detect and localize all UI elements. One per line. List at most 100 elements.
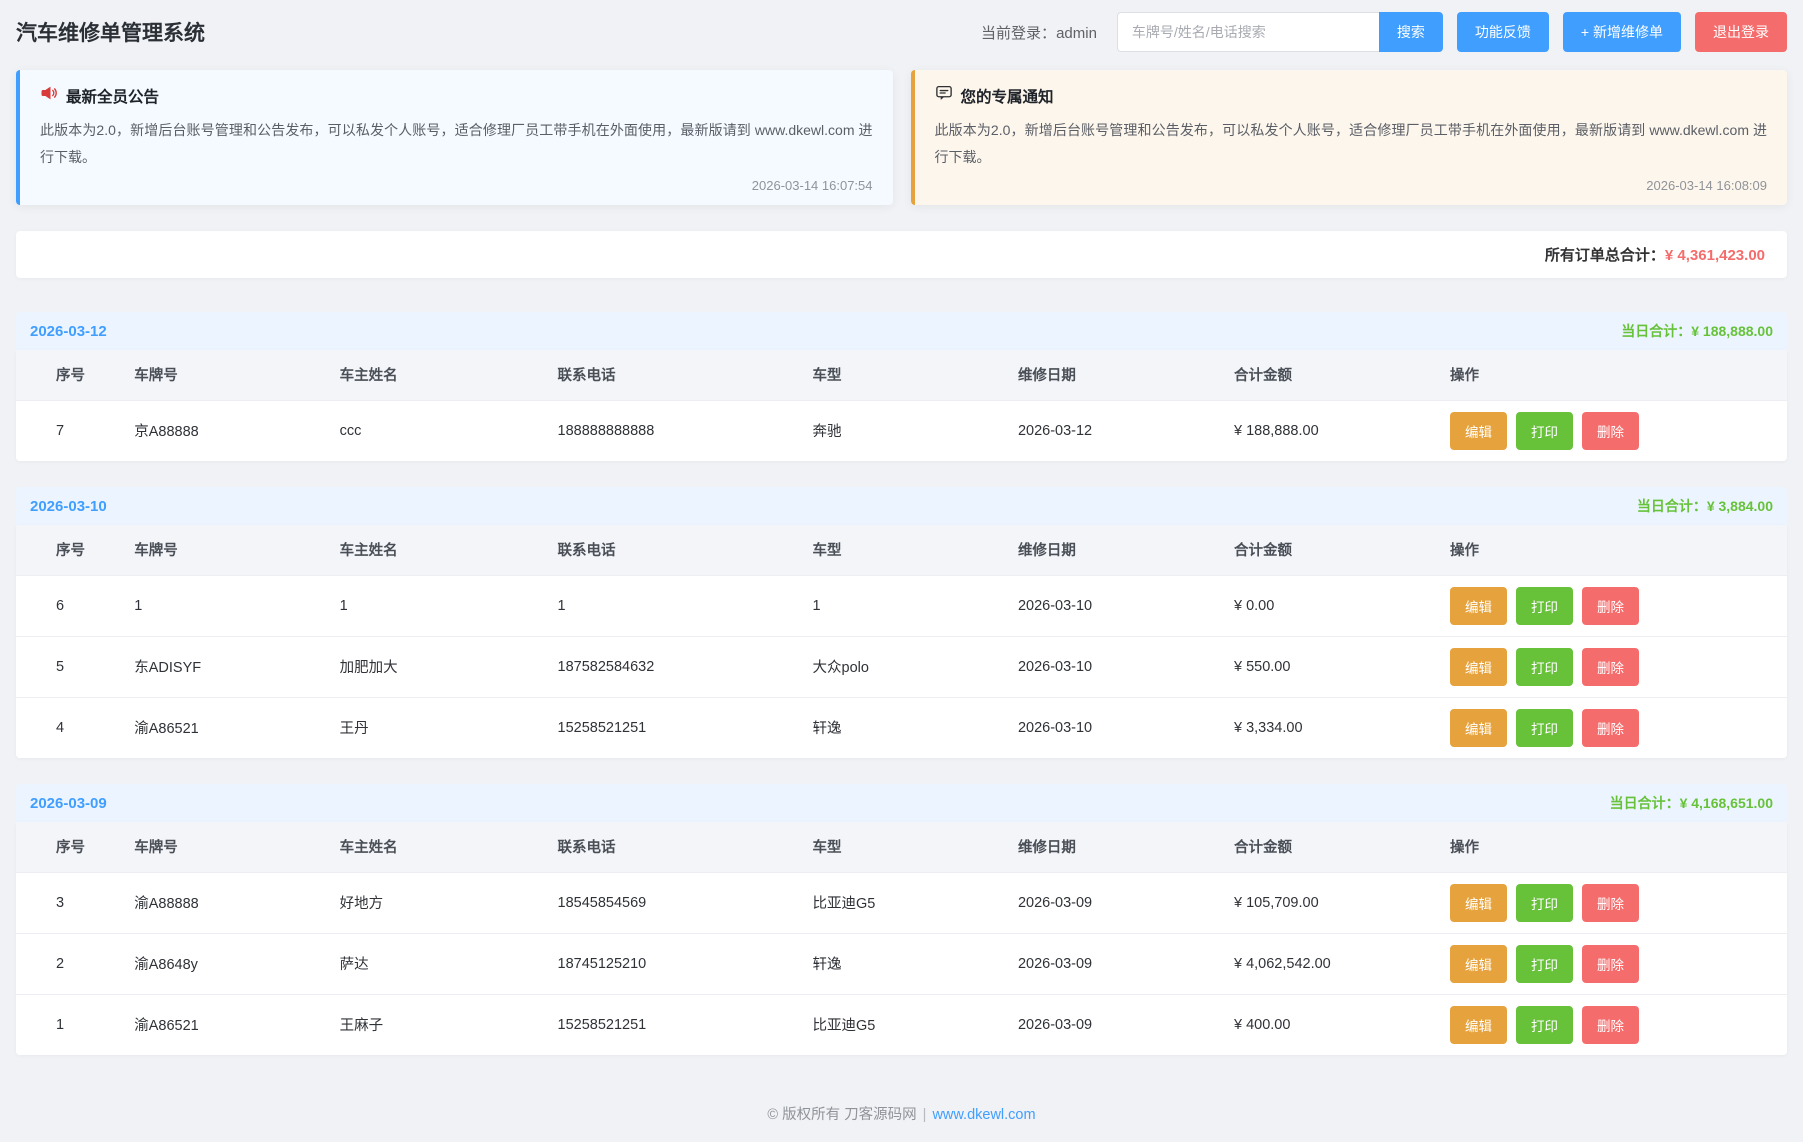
order-seq: 3: [16, 872, 122, 933]
announcement-body: 此版本为2.0，新增后台账号管理和公告发布，可以私发个人账号，适合修理厂员工带手…: [40, 117, 873, 170]
orders-table: 序号车牌号车主姓名联系电话车型维修日期合计金额操作7京A88888ccc1888…: [16, 350, 1787, 461]
row-actions: 编辑打印删除: [1438, 697, 1787, 758]
copyright-text: © 版权所有 刀客源码网: [767, 1107, 916, 1123]
order-sections: 2026-03-12当日合计：¥ 188,888.00序号车牌号车主姓名联系电话…: [0, 312, 1803, 1055]
row-actions: 编辑打印删除: [1438, 872, 1787, 933]
order-seq: 7: [16, 400, 122, 461]
megaphone-icon: [40, 84, 58, 107]
delete-button[interactable]: 删除: [1582, 648, 1639, 686]
order-seq: 1: [16, 994, 122, 1055]
delete-button[interactable]: 删除: [1582, 709, 1639, 747]
personal-notice-timestamp: 2026-03-14 16:08:09: [935, 178, 1768, 197]
add-order-button[interactable]: + 新增维修单: [1563, 12, 1681, 52]
column-header: 合计金额: [1222, 350, 1438, 400]
column-header: 联系电话: [546, 350, 801, 400]
personal-notice-body: 此版本为2.0，新增后台账号管理和公告发布，可以私发个人账号，适合修理厂员工带手…: [935, 117, 1768, 170]
table-row: 4渝A86521王丹15258521251轩逸2026-03-10¥ 3,334…: [16, 697, 1787, 758]
delete-button[interactable]: 删除: [1582, 412, 1639, 450]
order-seq: 5: [16, 636, 122, 697]
column-header: 车型: [801, 350, 1006, 400]
order-seq: 6: [16, 575, 122, 636]
search-group: 搜索: [1117, 12, 1443, 52]
personal-notice-card: 您的专属通知 此版本为2.0，新增后台账号管理和公告发布，可以私发个人账号，适合…: [911, 70, 1788, 205]
day-total-label: 当日合计：: [1610, 795, 1680, 811]
print-button[interactable]: 打印: [1516, 412, 1573, 450]
table-header-row: 序号车牌号车主姓名联系电话车型维修日期合计金额操作: [16, 525, 1787, 575]
grand-total-bar: 所有订单总合计：¥ 4,361,423.00: [16, 231, 1787, 278]
column-header: 维修日期: [1006, 350, 1222, 400]
logout-button[interactable]: 退出登录: [1695, 12, 1787, 52]
car-model: 大众polo: [801, 636, 1006, 697]
order-amount: ¥ 4,062,542.00: [1222, 933, 1438, 994]
phone-number: 187582584632: [546, 636, 801, 697]
order-amount: ¥ 188,888.00: [1222, 400, 1438, 461]
print-button[interactable]: 打印: [1516, 1006, 1573, 1044]
repair-date: 2026-03-09: [1006, 872, 1222, 933]
table-header-row: 序号车牌号车主姓名联系电话车型维修日期合计金额操作: [16, 350, 1787, 400]
day-total-amount: ¥ 3,884.00: [1707, 498, 1773, 514]
order-amount: ¥ 400.00: [1222, 994, 1438, 1055]
car-model: 轩逸: [801, 697, 1006, 758]
edit-button[interactable]: 编辑: [1450, 709, 1507, 747]
print-button[interactable]: 打印: [1516, 945, 1573, 983]
day-date: 2026-03-12: [30, 323, 107, 340]
delete-button[interactable]: 删除: [1582, 1006, 1639, 1044]
personal-notice-title-row: 您的专属通知: [935, 84, 1768, 107]
phone-number: 1: [546, 575, 801, 636]
column-header: 合计金额: [1222, 822, 1438, 872]
day-total-label: 当日合计：: [1637, 498, 1707, 514]
phone-number: 15258521251: [546, 994, 801, 1055]
print-button[interactable]: 打印: [1516, 648, 1573, 686]
plate-number: 渝A8648y: [122, 933, 327, 994]
grand-total-amount: ¥ 4,361,423.00: [1665, 247, 1765, 264]
order-seq: 2: [16, 933, 122, 994]
edit-button[interactable]: 编辑: [1450, 412, 1507, 450]
edit-button[interactable]: 编辑: [1450, 945, 1507, 983]
print-button[interactable]: 打印: [1516, 587, 1573, 625]
delete-button[interactable]: 删除: [1582, 884, 1639, 922]
delete-button[interactable]: 删除: [1582, 587, 1639, 625]
car-model: 奔驰: [801, 400, 1006, 461]
day-total: 当日合计：¥ 188,888.00: [1621, 321, 1773, 341]
day-header: 2026-03-10 当日合计：¥ 3,884.00: [16, 487, 1787, 525]
repair-date: 2026-03-12: [1006, 400, 1222, 461]
print-button[interactable]: 打印: [1516, 709, 1573, 747]
speech-bubble-icon: [935, 84, 953, 107]
edit-button[interactable]: 编辑: [1450, 1006, 1507, 1044]
day-date: 2026-03-10: [30, 498, 107, 515]
car-model: 比亚迪G5: [801, 994, 1006, 1055]
owner-name: 王麻子: [328, 994, 546, 1055]
table-row: 3渝A88888好地方18545854569比亚迪G52026-03-09¥ 1…: [16, 872, 1787, 933]
plate-number: 京A88888: [122, 400, 327, 461]
search-input[interactable]: [1117, 12, 1379, 52]
feedback-button[interactable]: 功能反馈: [1457, 12, 1549, 52]
edit-button[interactable]: 编辑: [1450, 587, 1507, 625]
edit-button[interactable]: 编辑: [1450, 648, 1507, 686]
announcement-title-row: 最新全员公告: [40, 84, 873, 107]
phone-number: 15258521251: [546, 697, 801, 758]
table-row: 2渝A8648y萨达18745125210轩逸2026-03-09¥ 4,062…: [16, 933, 1787, 994]
row-actions: 编辑打印删除: [1438, 636, 1787, 697]
day-total-label: 当日合计：: [1621, 323, 1691, 339]
topbar-actions: 当前登录：admin 搜索 功能反馈 + 新增维修单 退出登录: [981, 12, 1787, 52]
delete-button[interactable]: 删除: [1582, 945, 1639, 983]
column-header: 操作: [1438, 525, 1787, 575]
row-actions: 编辑打印删除: [1438, 400, 1787, 461]
edit-button[interactable]: 编辑: [1450, 884, 1507, 922]
column-header: 序号: [16, 822, 122, 872]
orders-table: 序号车牌号车主姓名联系电话车型维修日期合计金额操作3渝A88888好地方1854…: [16, 822, 1787, 1055]
column-header: 车主姓名: [328, 822, 546, 872]
day-date: 2026-03-09: [30, 795, 107, 812]
personal-notice-title: 您的专属通知: [961, 85, 1054, 107]
column-header: 联系电话: [546, 822, 801, 872]
owner-name: 王丹: [328, 697, 546, 758]
car-model: 1: [801, 575, 1006, 636]
column-header: 操作: [1438, 350, 1787, 400]
print-button[interactable]: 打印: [1516, 884, 1573, 922]
announcement-card: 最新全员公告 此版本为2.0，新增后台账号管理和公告发布，可以私发个人账号，适合…: [16, 70, 893, 205]
phone-number: 18545854569: [546, 872, 801, 933]
footer-link[interactable]: www.dkewl.com: [932, 1107, 1035, 1123]
search-button[interactable]: 搜索: [1379, 12, 1443, 52]
phone-number: 18745125210: [546, 933, 801, 994]
column-header: 维修日期: [1006, 525, 1222, 575]
